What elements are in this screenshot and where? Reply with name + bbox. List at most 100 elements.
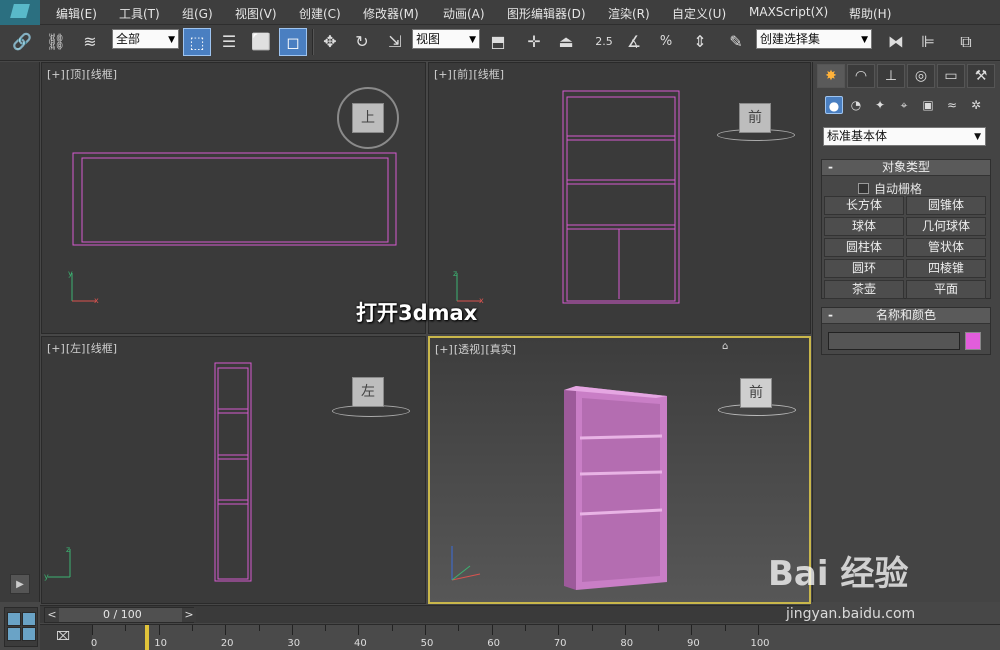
app-logo-icon[interactable] [0,0,40,25]
ruler-tick-label: 70 [553,638,567,649]
tutorial-caption: 打开3dmax [356,301,478,325]
scale-icon[interactable]: ⇲ [381,28,409,56]
keyboard-shortcut-icon[interactable]: ⏏ [552,28,580,56]
pyramid-button[interactable]: 四棱锥 [906,259,986,278]
menu-views[interactable]: 视图(V) [235,5,277,22]
key-filter-icon[interactable]: ⌧ [52,629,74,647]
reference-coordinate-select[interactable]: 视图 [412,29,480,49]
toolbar-separator [312,29,314,55]
geometry-icon[interactable]: ● [825,96,843,114]
viewport-perspective[interactable]: [+][透视][真实] ⌂ 前 [428,336,811,604]
display-tab-icon[interactable]: ▭ [937,64,965,88]
teapot-button[interactable]: 茶壶 [824,280,904,299]
ruler-tick-label: 100 [750,638,770,649]
home-icon[interactable]: ⌂ [722,342,732,352]
svg-text:x: x [94,296,99,305]
cameras-icon[interactable]: ⌖ [895,96,913,114]
viewcube-front[interactable]: 前 [739,103,771,133]
angle-snap-icon[interactable]: ∡ [620,28,648,56]
selection-filter-select[interactable]: 全部 [112,29,179,49]
helpers-icon[interactable]: ▣ [919,96,937,114]
time-cursor[interactable] [145,625,149,650]
pivot-center-icon[interactable]: ⬒ [484,28,512,56]
time-next-icon[interactable]: > [182,608,196,622]
ruler-tick-label: 30 [287,638,301,649]
viewport-left[interactable]: [+][左][线框] z y 左 [41,336,426,604]
link-icon[interactable]: 🔗 [8,28,36,56]
menu-customize[interactable]: 自定义(U) [672,5,726,22]
menu-graph-editors[interactable]: 图形编辑器(D) [507,5,586,22]
bind-space-warp-icon[interactable]: ≋ [76,28,104,56]
time-slider[interactable]: < 0 / 100 [44,607,194,623]
menu-edit[interactable]: 编辑(E) [56,5,97,22]
svg-text:y: y [44,572,49,581]
space-warps-icon[interactable]: ≈ [943,96,961,114]
menu-rendering[interactable]: 渲染(R) [608,5,650,22]
ruler-tick [591,625,593,631]
auto-grid-checkbox[interactable] [858,183,869,194]
ruler-tick [425,625,426,635]
menu-modifiers[interactable]: 修改器(M) [363,5,419,22]
unlink-icon[interactable]: ⛓ [42,28,70,56]
menu-tools[interactable]: 工具(T) [119,5,160,22]
track-bar[interactable]: ⌧ 0 10 20 30 40 50 60 70 80 90 100 [40,624,1000,650]
auto-grid-checkbox-row[interactable]: 自动栅格 [858,180,922,197]
tube-button[interactable]: 管状体 [906,238,986,257]
spinner-snap-icon[interactable]: ⇕ [686,28,714,56]
cone-button[interactable]: 圆锥体 [906,196,986,215]
shapes-icon[interactable]: ◔ [847,96,865,114]
edit-named-selection-icon[interactable]: ✎ [722,28,750,56]
mirror-icon[interactable]: ⧓ [882,28,910,56]
percent-snap-icon[interactable]: % [652,28,680,56]
select-object-icon[interactable]: ⬚ [183,28,211,56]
layer-manager-icon[interactable]: ⧉ [952,28,980,56]
object-type-title: 对象类型 [881,160,930,174]
viewcube-left[interactable]: 左 [352,377,384,407]
menu-animation[interactable]: 动画(A) [443,5,485,22]
menu-bar: 编辑(E) 工具(T) 组(G) 视图(V) 创建(C) 修改器(M) 动画(A… [0,0,1000,25]
ruler-tick [125,625,127,631]
track-ruler[interactable]: 0 10 20 30 40 50 60 70 80 90 100 [91,625,1000,650]
window-crossing-icon[interactable]: ◻ [279,28,307,56]
viewcube-perspective[interactable]: 前 [740,378,772,408]
viewport-top[interactable]: [+][顶][线框] y x 上 [41,62,426,334]
menu-help[interactable]: 帮助(H) [849,5,891,22]
box-button[interactable]: 长方体 [824,196,904,215]
ruler-tick [458,625,460,631]
rect-selection-icon[interactable]: ⬜ [247,28,275,56]
expand-arrow-icon[interactable]: ▶ [10,574,30,594]
motion-tab-icon[interactable]: ◎ [907,64,935,88]
move-icon[interactable]: ✥ [316,28,344,56]
create-tab-icon[interactable]: ✸ [817,64,845,88]
named-selection-select[interactable]: 创建选择集 [756,29,872,49]
ruler-tick [758,625,759,635]
cylinder-button[interactable]: 圆柱体 [824,238,904,257]
object-type-rollout-header[interactable]: - 对象类型 [822,160,990,176]
viewcube-top[interactable]: 上 [352,103,384,133]
select-manipulate-icon[interactable]: ✛ [520,28,548,56]
viewport-layout-icon[interactable] [4,607,38,647]
snap-toggle-icon[interactable]: 2.5 [590,28,618,56]
sphere-button[interactable]: 球体 [824,217,904,236]
systems-icon[interactable]: ✲ [967,96,985,114]
geosphere-button[interactable]: 几何球体 [906,217,986,236]
name-color-rollout-header[interactable]: - 名称和颜色 [822,308,990,324]
viewport-front[interactable]: [+][前][线框] z x 前 [428,62,811,334]
align-icon[interactable]: ⊫ [914,28,942,56]
primitive-type-select[interactable]: 标准基本体 [823,127,986,146]
rotate-icon[interactable]: ↻ [348,28,376,56]
select-by-name-icon[interactable]: ☰ [215,28,243,56]
object-name-input[interactable] [828,332,960,350]
menu-create[interactable]: 创建(C) [299,5,341,22]
modify-tab-icon[interactable]: ◠ [847,64,875,88]
menu-maxscript[interactable]: MAXScript(X) [749,5,828,19]
menu-group[interactable]: 组(G) [182,5,213,22]
torus-button[interactable]: 圆环 [824,259,904,278]
utilities-tab-icon[interactable]: ⚒ [967,64,995,88]
object-color-swatch[interactable] [965,332,981,350]
lights-icon[interactable]: ✦ [871,96,889,114]
hierarchy-tab-icon[interactable]: ⊥ [877,64,905,88]
time-prev-icon[interactable]: < [45,608,59,622]
plane-button[interactable]: 平面 [906,280,986,299]
ruler-tick-label: 80 [620,638,634,649]
